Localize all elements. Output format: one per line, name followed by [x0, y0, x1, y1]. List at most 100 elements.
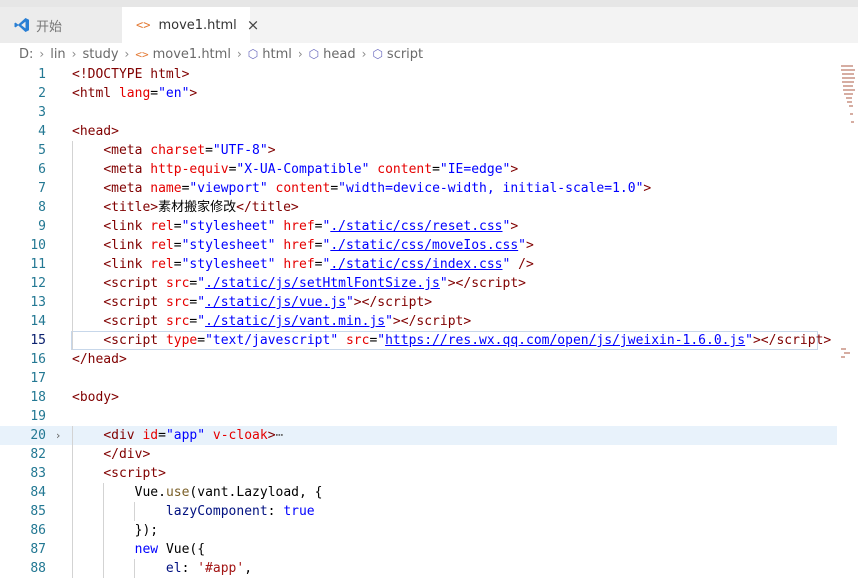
- html-file-icon: <>: [136, 18, 151, 32]
- line-number: 19: [30, 409, 46, 424]
- line-number: 14: [30, 314, 46, 329]
- line-number: 18: [30, 390, 46, 405]
- breadcrumb-drive[interactable]: D:: [19, 47, 33, 62]
- code-line: 9 <link rel="stylesheet" href="./static/…: [0, 217, 858, 236]
- code-line: 19: [0, 407, 858, 426]
- vscode-icon: [14, 17, 30, 33]
- line-number: 4: [38, 124, 46, 139]
- line-text: <meta http-equiv="X-UA-Compatible" conte…: [103, 162, 519, 177]
- code-line: 14 <script src="./static/js/vant.min.js"…: [0, 312, 858, 331]
- code-line: 1 <!DOCTYPE html>: [0, 65, 858, 84]
- line-text: <html lang="en">: [72, 86, 198, 101]
- breadcrumb-lin[interactable]: lin: [50, 47, 65, 62]
- line-text: <link rel="stylesheet" href="./static/cs…: [103, 238, 534, 253]
- code-line: 8 <title>素材搬家修改</title>: [0, 198, 858, 217]
- line-number: 84: [30, 485, 46, 500]
- chevron-right-icon: ›: [297, 47, 303, 61]
- title-strip: [0, 0, 858, 7]
- line-number: 5: [38, 143, 46, 158]
- line-text: el: '#app',: [165, 561, 253, 576]
- breadcrumb-file[interactable]: <> move1.html: [135, 47, 231, 62]
- breadcrumb-script-label: script: [386, 46, 424, 62]
- breadcrumb-head[interactable]: ⬡ head: [309, 47, 356, 62]
- line-number: 13: [30, 295, 46, 310]
- tab-move1-label: move1.html: [158, 17, 237, 33]
- minimap-line: [843, 89, 855, 91]
- breadcrumb-file-label: move1.html: [152, 46, 231, 62]
- line-text: new Vue({: [134, 542, 206, 557]
- close-icon[interactable]: ×: [247, 16, 260, 34]
- chevron-right-icon[interactable]: ›: [56, 426, 60, 445]
- breadcrumb-html[interactable]: ⬡ html: [248, 47, 292, 62]
- code-line: 83 <script>: [0, 464, 858, 483]
- code-line: 3: [0, 103, 858, 122]
- line-text: <link rel="stylesheet" href="./static/cs…: [103, 257, 534, 272]
- line-text: <script>: [103, 466, 166, 481]
- chevron-right-icon: ›: [39, 47, 45, 61]
- line-number: 1: [38, 67, 46, 82]
- line-number: 15: [30, 333, 46, 348]
- code-line: 4 <head>: [0, 122, 858, 141]
- breadcrumb: D: › lin › study › <> move1.html › ⬡ htm…: [0, 43, 858, 65]
- line-text: <title>素材搬家修改</title>: [103, 200, 299, 215]
- symbol-element-icon: ⬡: [372, 47, 383, 61]
- line-number: 82: [30, 447, 46, 462]
- line-number: 87: [30, 542, 46, 557]
- code-line: 88 el: '#app',: [0, 559, 858, 578]
- tab-bar: 开始 <> move1.html ×: [0, 0, 858, 43]
- chevron-right-icon: ›: [71, 47, 77, 61]
- code-line: 2 <html lang="en">: [0, 84, 858, 103]
- minimap-line: [842, 77, 855, 79]
- html-file-icon: <>: [135, 47, 149, 61]
- line-text: <script src="./static/js/vue.js"></scrip…: [103, 295, 433, 310]
- line-number: 2: [38, 86, 46, 101]
- code-line: 84 Vue.use(vant.Lazyload, {: [0, 483, 858, 502]
- line-text: lazyComponent: true: [165, 504, 315, 519]
- breadcrumb-study[interactable]: study: [82, 47, 118, 62]
- line-number: 17: [30, 371, 46, 386]
- line-text: <meta charset="UTF-8">: [103, 143, 276, 158]
- code-line: 13 <script src="./static/js/vue.js"></sc…: [0, 293, 858, 312]
- minimap-line: [851, 121, 854, 123]
- minimap[interactable]: [838, 65, 858, 581]
- code-line: 82 </div>: [0, 445, 858, 464]
- minimap-line: [846, 97, 852, 99]
- line-number: 16: [30, 352, 46, 367]
- line-number: 85: [30, 504, 46, 519]
- code-line: 5 <meta charset="UTF-8">: [0, 141, 858, 160]
- minimap-line: [844, 352, 850, 354]
- breadcrumb-html-label: html: [262, 46, 292, 62]
- breadcrumb-script[interactable]: ⬡ script: [372, 47, 423, 62]
- minimap-line: [843, 85, 853, 87]
- code-editor[interactable]: 1 <!DOCTYPE html> 2 <html lang="en"> 3 4…: [0, 65, 858, 581]
- line-number: 9: [38, 219, 46, 234]
- code-line-current: 15 <script type="text/javescript" src="h…: [0, 331, 858, 350]
- line-text: <body>: [72, 390, 119, 405]
- code-line: 17: [0, 369, 858, 388]
- minimap-line: [850, 113, 853, 115]
- code-line: 16 </head>: [0, 350, 858, 369]
- line-text: <script src="./static/js/vant.min.js"></…: [103, 314, 472, 329]
- line-text: <link rel="stylesheet" href="./static/cs…: [103, 219, 519, 234]
- line-text: <script type="text/javescript" src="http…: [103, 333, 832, 348]
- line-number: 12: [30, 276, 46, 291]
- minimap-line: [841, 69, 855, 71]
- line-text: <meta name="viewport" content="width=dev…: [103, 181, 652, 196]
- code-line: 6 <meta http-equiv="X-UA-Compatible" con…: [0, 160, 858, 179]
- line-text: <!DOCTYPE html>: [72, 67, 190, 82]
- line-number: 11: [30, 257, 46, 272]
- folded-ellipsis: ⋯: [275, 428, 284, 443]
- minimap-line: [842, 73, 854, 75]
- code-line: 87 new Vue({: [0, 540, 858, 559]
- line-number: 20: [30, 428, 46, 443]
- code-line: 85 lazyComponent: true: [0, 502, 858, 521]
- code-line: 11 <link rel="stylesheet" href="./static…: [0, 255, 858, 274]
- line-text: <div id="app" v-cloak>⋯: [103, 428, 284, 443]
- code-line-folded: 20 › <div id="app" v-cloak>⋯: [0, 426, 837, 445]
- tab-move1-html[interactable]: <> move1.html ×: [122, 7, 259, 43]
- code-line: 7 <meta name="viewport" content="width=d…: [0, 179, 858, 198]
- minimap-line: [849, 105, 853, 107]
- tab-start[interactable]: 开始: [0, 7, 122, 43]
- minimap-line: [844, 93, 853, 95]
- line-number: 86: [30, 523, 46, 538]
